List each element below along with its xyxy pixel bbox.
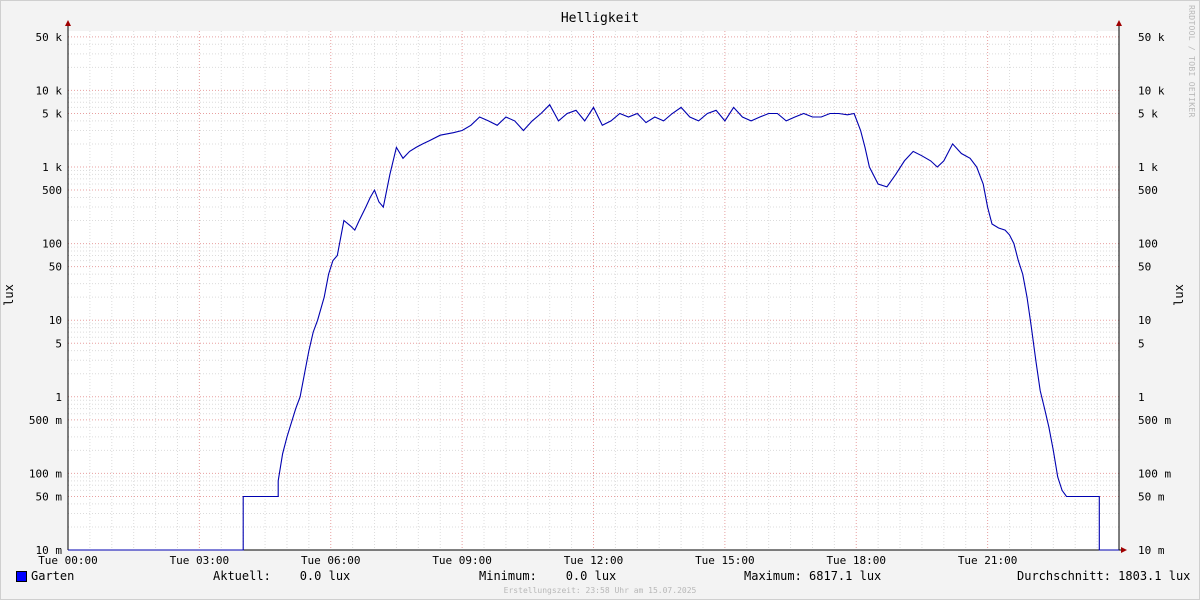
plot-area: 10 m 10 m50 m 50 m100 m 100 m500 m 500 m1 15 5… <box>29 20 1171 567</box>
legend-series-name: Garten <box>31 569 75 583</box>
y-tick-label-right: 5 <box>1138 337 1145 350</box>
y-tick-label-left: 5 k <box>42 107 62 120</box>
x-tick-label: Tue 18:00 <box>826 554 886 567</box>
y-tick-label-right: 10 <box>1138 314 1151 327</box>
chart-window: Helligkeit lux lux RRDTOOL / TOBI OETIKE… <box>0 0 1200 600</box>
creation-time-footer: Erstellungszeit: 23:58 Uhr am 15.07.2025 <box>503 586 697 595</box>
y-tick-label-left: 5 <box>55 337 62 350</box>
x-tick-label: Tue 12:00 <box>564 554 624 567</box>
legend-minimum: Minimum: 0.0 lux <box>479 569 617 583</box>
y-tick-label-left: 1 <box>55 391 62 404</box>
y-tick-label-left: 10 <box>49 314 62 327</box>
legend-current: Aktuell: 0.0 lux <box>213 569 351 583</box>
y-tick-label-right: 500 m <box>1138 414 1171 427</box>
y-tick-label-right: 500 <box>1138 184 1158 197</box>
y-tick-label-left: 500 <box>42 184 62 197</box>
y-tick-label-left: 1 k <box>42 161 62 174</box>
y-tick-label-right: 1 k <box>1138 161 1158 174</box>
y-tick-label-right: 50 m <box>1138 490 1165 503</box>
y-tick-label-left: 50 <box>49 261 62 274</box>
x-tick-label: Tue 15:00 <box>695 554 755 567</box>
y-tick-label-right: 50 <box>1138 261 1151 274</box>
y-tick-label-left: 100 <box>42 238 62 251</box>
y-tick-label-right: 100 <box>1138 238 1158 251</box>
y-axis-arrow-right <box>1116 20 1122 26</box>
x-axis-arrow <box>1121 547 1127 553</box>
y-tick-label-right: 1 <box>1138 391 1145 404</box>
y-tick-label-right: 50 k <box>1138 31 1165 44</box>
x-tick-label: Tue 09:00 <box>432 554 492 567</box>
y-tick-label-right: 10 k <box>1138 84 1165 97</box>
y-axis-arrow-left <box>65 20 71 26</box>
x-tick-label: Tue 00:00 <box>38 554 98 567</box>
legend-maximum: Maximum: 6817.1 lux <box>744 569 882 583</box>
y-tick-label-right: 10 m <box>1138 544 1165 557</box>
x-tick-label: Tue 21:00 <box>958 554 1018 567</box>
legend-average: Durchschnitt: 1803.1 lux <box>1017 569 1191 583</box>
legend-swatch <box>16 571 27 582</box>
y-tick-label-left: 100 m <box>29 467 62 480</box>
y-tick-label-left: 50 k <box>36 31 63 44</box>
x-tick-label: Tue 06:00 <box>301 554 361 567</box>
y-tick-label-left: 10 k <box>36 84 63 97</box>
y-tick-label-left: 500 m <box>29 414 62 427</box>
y-tick-label-right: 5 k <box>1138 107 1158 120</box>
x-tick-label: Tue 03:00 <box>170 554 230 567</box>
y-tick-label-left: 50 m <box>36 490 63 503</box>
y-tick-label-right: 100 m <box>1138 467 1171 480</box>
